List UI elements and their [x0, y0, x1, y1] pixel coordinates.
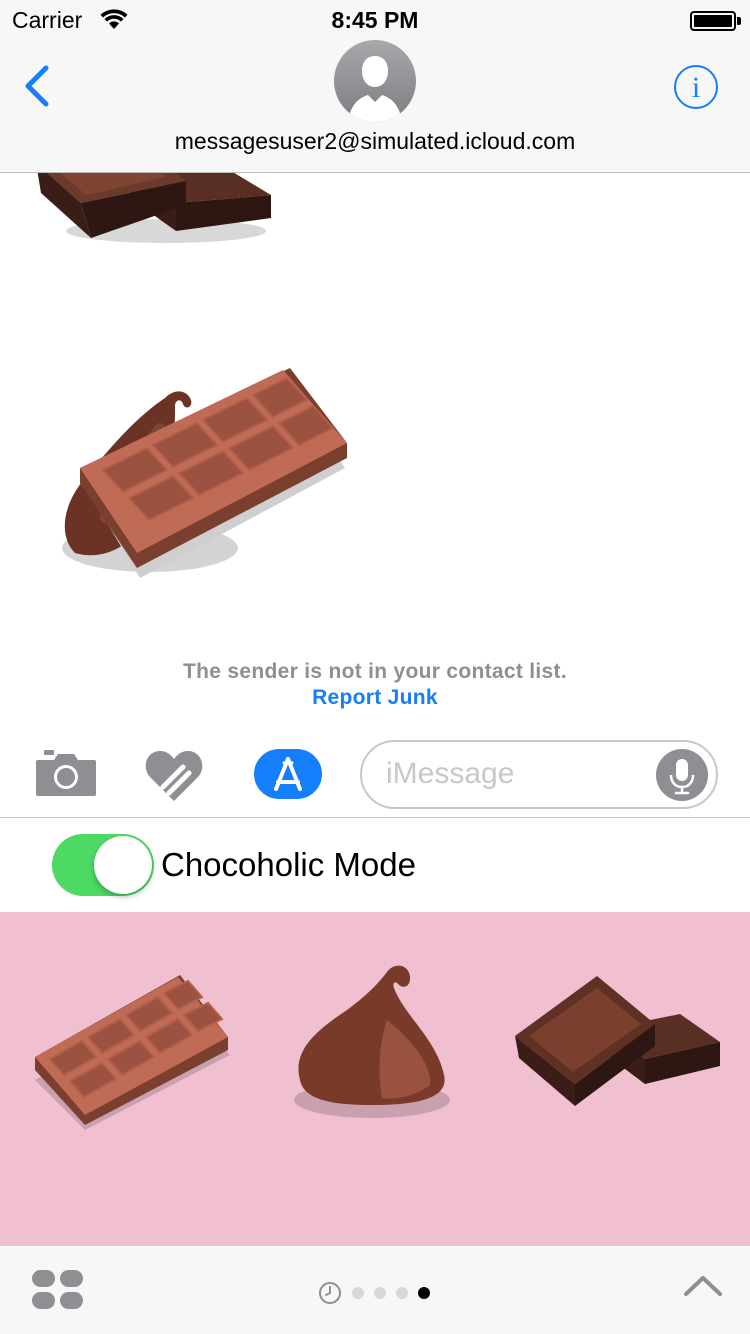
message-field[interactable]: [360, 740, 718, 809]
digital-touch-icon[interactable]: [145, 749, 203, 801]
status-bar: Carrier 8:45 PM: [0, 0, 750, 40]
microphone-icon: [669, 759, 695, 795]
avatar[interactable]: [334, 40, 416, 122]
message-input[interactable]: [386, 754, 646, 794]
recents-clock-icon: [319, 1282, 341, 1304]
chocoholic-mode-label: Chocoholic Mode: [161, 846, 416, 883]
battery-icon: [690, 11, 736, 31]
status-time: 8:45 PM: [331, 7, 419, 33]
conversation-header: messagesuser2@simulated.icloud.com i: [0, 40, 750, 173]
page-dot[interactable]: [396, 1287, 408, 1299]
chevron-left-icon: [25, 65, 49, 107]
sticker-tray: [0, 912, 750, 1246]
battery-tip: [737, 17, 741, 25]
input-bar: [0, 723, 750, 818]
page-dot[interactable]: [352, 1287, 364, 1299]
info-button[interactable]: i: [674, 65, 718, 109]
back-button[interactable]: [18, 64, 58, 108]
page-indicator[interactable]: [318, 1281, 438, 1305]
chocoholic-mode-toggle[interactable]: [52, 834, 154, 896]
page-dot[interactable]: [418, 1287, 430, 1299]
person-silhouette-icon: [348, 56, 402, 122]
message-list[interactable]: The sender is not in your contact list. …: [0, 173, 750, 723]
extension-header: Chocoholic Mode: [0, 819, 750, 912]
sticker-chocolate-bar[interactable]: [30, 975, 230, 1135]
app-store-button[interactable]: [254, 749, 322, 799]
app-drawer-bar: [0, 1246, 750, 1334]
page-dot[interactable]: [374, 1287, 386, 1299]
message-sticker-chocolate-pieces[interactable]: [36, 173, 276, 253]
info-icon: i: [691, 71, 701, 104]
camera-icon[interactable]: [36, 750, 96, 796]
sticker-chocolate-pieces[interactable]: [515, 974, 725, 1114]
app-drawer-icon[interactable]: [32, 1270, 84, 1310]
report-junk-link[interactable]: Report Junk: [0, 686, 750, 710]
junk-notice: The sender is not in your contact list.: [183, 660, 567, 683]
chevron-up-icon[interactable]: [683, 1272, 723, 1298]
sticker-chocolate-drop[interactable]: [292, 960, 452, 1120]
message-sticker-chocolate-bar[interactable]: [55, 368, 355, 598]
contact-name[interactable]: messagesuser2@simulated.icloud.com: [0, 128, 750, 155]
microphone-button[interactable]: [656, 749, 708, 801]
app-store-icon: [274, 757, 302, 791]
toggle-knob: [94, 836, 152, 894]
